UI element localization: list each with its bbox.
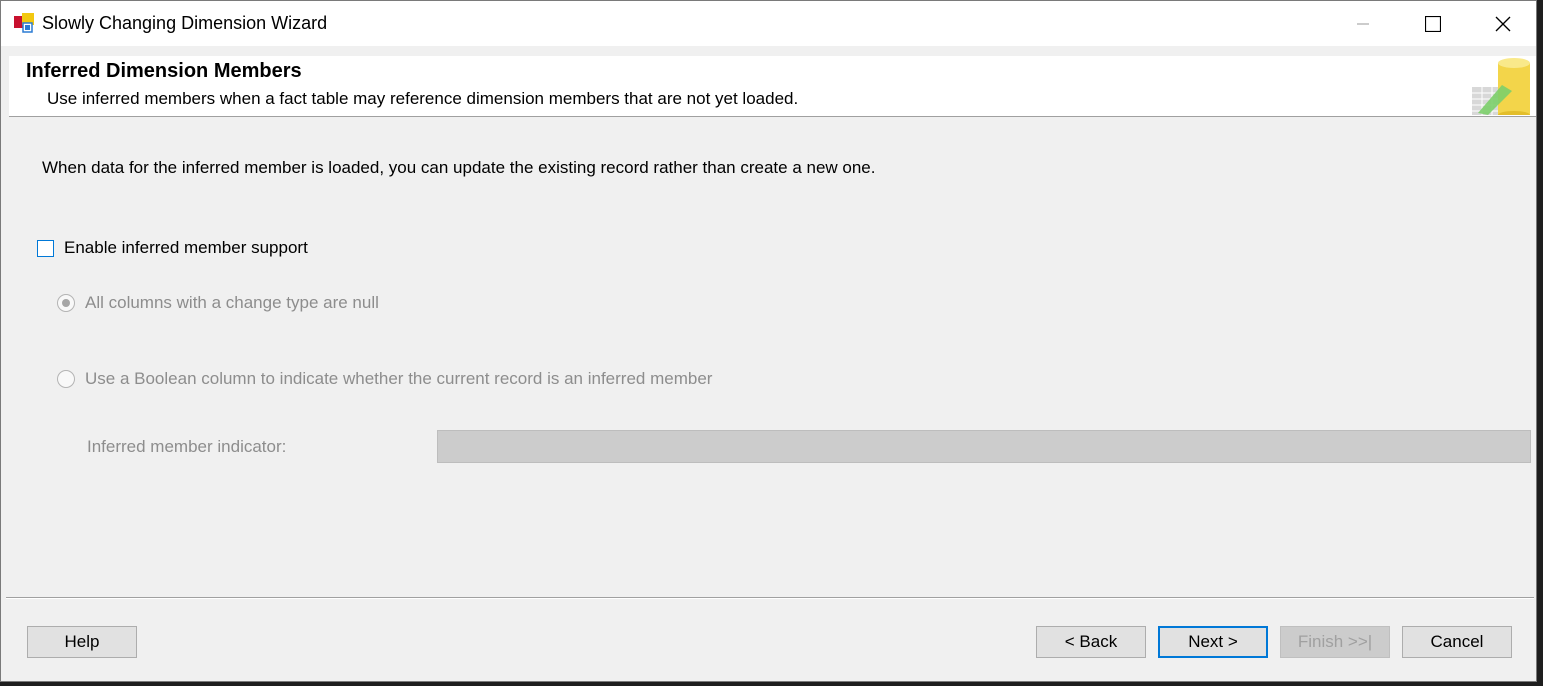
cancel-button[interactable]: Cancel xyxy=(1402,626,1512,658)
back-button[interactable]: < Back xyxy=(1036,626,1146,658)
page-header: Inferred Dimension Members Use inferred … xyxy=(9,56,1536,119)
boolean-column-label: Use a Boolean column to indicate whether… xyxy=(85,369,713,388)
enable-inferred-member-checkbox[interactable] xyxy=(37,239,54,257)
columns-null-radio xyxy=(57,294,75,312)
footer-divider xyxy=(6,597,1534,599)
window-title: Slowly Changing Dimension Wizard xyxy=(42,13,328,33)
ssis-wizard-icon xyxy=(13,12,35,34)
close-icon xyxy=(1495,16,1511,32)
boolean-column-radio xyxy=(57,370,75,388)
finish-button: Finish >>| xyxy=(1280,626,1390,658)
option-columns-null: All columns with a change type are null xyxy=(57,293,379,313)
minimize-button[interactable] xyxy=(1328,1,1398,46)
wizard-window: Slowly Changing Dimension Wizard Inferre… xyxy=(0,0,1537,682)
maximize-icon xyxy=(1425,15,1441,32)
close-button[interactable] xyxy=(1468,1,1536,46)
enable-inferred-member-row[interactable]: Enable inferred member support xyxy=(37,238,308,258)
minimize-icon xyxy=(1357,18,1369,30)
background-app-strip xyxy=(1537,0,1543,686)
inferred-member-indicator-label: Inferred member indicator: xyxy=(87,437,287,456)
page-subtitle: Use inferred members when a fact table m… xyxy=(47,89,799,108)
option-boolean-column: Use a Boolean column to indicate whether… xyxy=(57,369,712,389)
next-button[interactable]: Next > xyxy=(1158,626,1268,658)
background-app-bottom xyxy=(0,682,1543,686)
maximize-button[interactable] xyxy=(1398,1,1468,46)
columns-null-label: All columns with a change type are null xyxy=(85,293,379,312)
title-bar: Slowly Changing Dimension Wizard xyxy=(1,1,1536,46)
enable-inferred-member-label[interactable]: Enable inferred member support xyxy=(64,238,308,258)
page-title: Inferred Dimension Members xyxy=(26,60,302,82)
inferred-member-indicator-dropdown xyxy=(437,430,1531,463)
database-cylinder-icon xyxy=(1472,57,1532,119)
intro-text: When data for the inferred member is loa… xyxy=(42,158,876,177)
help-button[interactable]: Help xyxy=(27,626,137,658)
